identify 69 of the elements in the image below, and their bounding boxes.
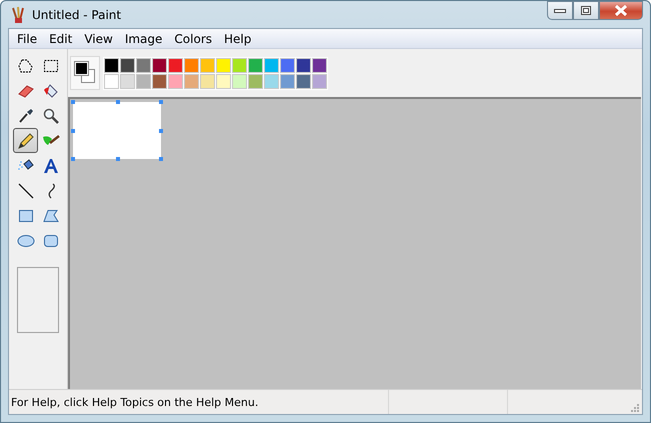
- color-swatch[interactable]: [104, 74, 119, 88]
- foreground-color-swatch[interactable]: [75, 62, 88, 75]
- menu-item[interactable]: Help: [218, 29, 258, 48]
- paint-bucket-icon: [42, 82, 58, 98]
- resize-handle[interactable]: [71, 157, 75, 161]
- current-colors-box[interactable]: [70, 56, 100, 90]
- color-swatch[interactable]: [264, 74, 279, 88]
- select-icon: [42, 58, 58, 74]
- color-swatch[interactable]: [152, 74, 167, 88]
- resize-handle[interactable]: [116, 157, 120, 161]
- menu-item[interactable]: Image: [118, 29, 168, 48]
- resize-handle[interactable]: [71, 129, 75, 133]
- color-swatch[interactable]: [152, 58, 167, 72]
- resize-handle[interactable]: [159, 100, 163, 104]
- maximize-icon: [581, 6, 591, 15]
- menu-item[interactable]: Colors: [168, 29, 218, 48]
- color-swatch[interactable]: [200, 74, 215, 88]
- color-swatch[interactable]: [216, 58, 231, 72]
- minimize-icon: [554, 8, 566, 14]
- color-swatch[interactable]: [312, 58, 327, 72]
- color-swatch[interactable]: [280, 58, 295, 72]
- minimize-button[interactable]: [547, 1, 573, 20]
- resize-handle[interactable]: [71, 100, 75, 104]
- color-swatch[interactable]: [248, 74, 263, 88]
- menu-item[interactable]: File: [11, 29, 44, 48]
- resize-handle[interactable]: [116, 100, 120, 104]
- color-swatch[interactable]: [232, 74, 247, 88]
- status-text: For Help, click Help Topics on the Help Menu.: [10, 396, 260, 408]
- color-swatch[interactable]: [248, 58, 263, 72]
- color-swatch[interactable]: [104, 58, 119, 72]
- color-swatch[interactable]: [136, 74, 151, 88]
- color-swatch[interactable]: [280, 74, 295, 88]
- menu-item[interactable]: Edit: [43, 29, 78, 48]
- color-swatch[interactable]: [136, 58, 151, 72]
- color-swatch[interactable]: [296, 58, 311, 72]
- color-swatch[interactable]: [184, 74, 199, 88]
- color-swatch[interactable]: [312, 74, 327, 88]
- color-swatch[interactable]: [184, 58, 199, 72]
- menu-item[interactable]: View: [78, 29, 119, 48]
- color-swatch[interactable]: [168, 74, 183, 88]
- maximize-button[interactable]: [573, 1, 599, 20]
- polygon-icon: [42, 208, 58, 222]
- resize-grip-icon[interactable]: [629, 402, 639, 412]
- text-tool-icon: [42, 158, 58, 174]
- color-swatch[interactable]: [168, 58, 183, 72]
- resize-handle[interactable]: [159, 157, 163, 161]
- paintbrush-icon: [10, 6, 26, 24]
- color-swatch[interactable]: [120, 74, 135, 88]
- pencil-icon: [16, 132, 34, 150]
- magnifier-icon: [42, 108, 58, 124]
- close-icon: [614, 5, 628, 16]
- ellipse-icon: [16, 234, 34, 248]
- eyedropper-icon: [18, 108, 34, 124]
- color-swatch[interactable]: [264, 58, 279, 72]
- resize-handle[interactable]: [159, 129, 163, 133]
- color-swatch[interactable]: [216, 74, 231, 88]
- window-title: Untitled - Paint: [32, 8, 122, 22]
- tool-options-box: [17, 267, 59, 333]
- color-swatch[interactable]: [232, 58, 247, 72]
- color-swatch[interactable]: [296, 74, 311, 88]
- close-button[interactable]: [599, 1, 643, 20]
- color-swatch[interactable]: [120, 58, 135, 72]
- free-select-icon: [18, 58, 34, 74]
- eraser-icon: [18, 82, 34, 98]
- line-icon: [18, 182, 34, 198]
- color-swatch[interactable]: [200, 58, 215, 72]
- rectangle-icon: [18, 208, 34, 222]
- rounded-rectangle-icon: [42, 234, 58, 248]
- tool-button[interactable]: [13, 128, 38, 153]
